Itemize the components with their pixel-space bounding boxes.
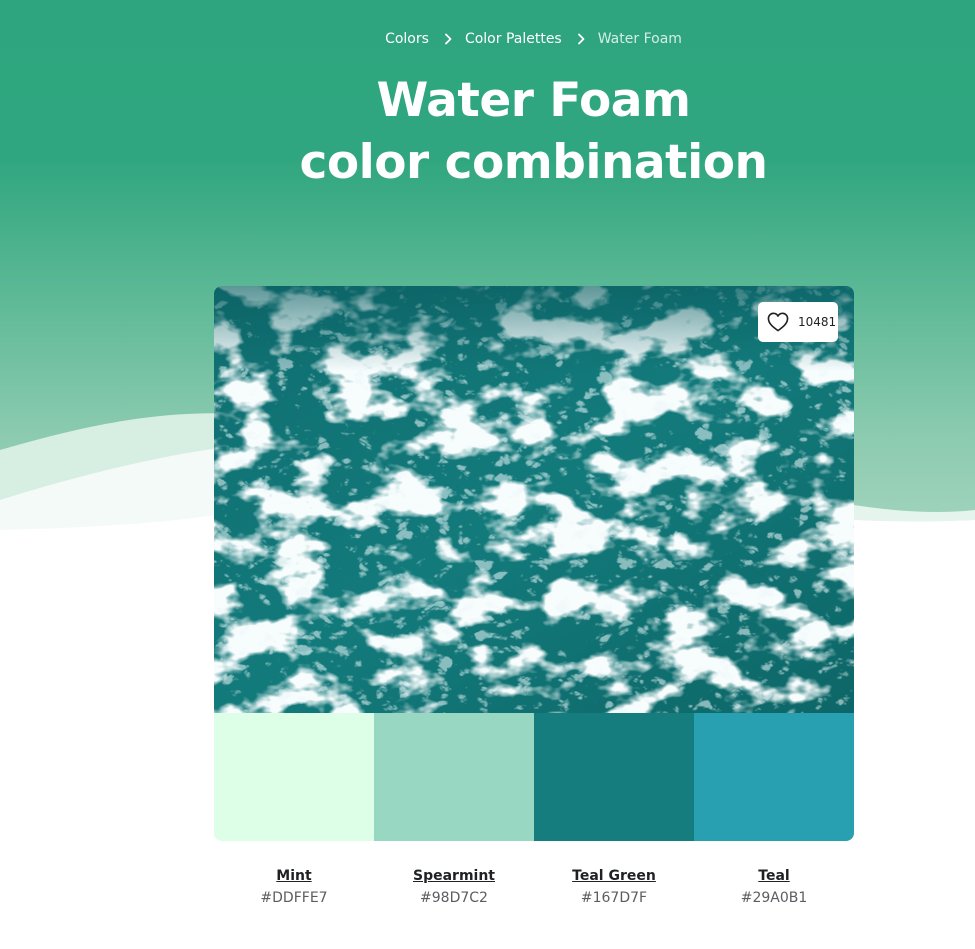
swatch-teal[interactable] [694,713,854,841]
color-hex: #DDFFE7 [260,890,328,906]
breadcrumb-colors-link[interactable]: Colors [385,31,429,47]
color-swatches [214,713,854,841]
chevron-right-icon [577,33,585,45]
color-label-mint: Mint #DDFFE7 [214,866,374,908]
page-title: Water Foam color combination [0,70,975,194]
color-name-link[interactable]: Teal [694,866,854,886]
swatch-mint[interactable] [214,713,374,841]
chevron-right-icon [445,33,452,45]
color-hex: #167D7F [580,890,648,906]
color-label-teal-green: Teal Green #167D7F [534,866,694,908]
page-title-line-1: Water Foam [376,73,691,128]
color-name-link[interactable]: Spearmint [374,866,534,886]
color-label-spearmint: Spearmint #98D7C2 [374,866,534,908]
water-foam-photo [214,286,854,713]
color-hex: #29A0B1 [740,890,808,906]
color-label-teal: Teal #29A0B1 [694,866,854,908]
breadcrumb-current: Water Foam [597,31,682,47]
breadcrumb-color-palettes-link[interactable]: Color Palettes [465,31,562,47]
color-hex: #98D7C2 [420,890,488,906]
heart-outline-icon [767,312,789,332]
color-name-link[interactable]: Teal Green [534,866,694,886]
palette-card: 10481 [214,286,854,841]
swatch-spearmint[interactable] [374,713,534,841]
color-name-link[interactable]: Mint [214,866,374,886]
swatch-teal-green[interactable] [534,713,694,841]
like-button[interactable]: 10481 [758,302,838,342]
page-title-line-2: color combination [299,135,768,190]
color-labels: Mint #DDFFE7 Spearmint #98D7C2 Teal Gree… [214,866,854,908]
breadcrumb: Colors Color Palettes Water Foam [0,29,975,49]
like-count: 10481 [798,315,837,329]
